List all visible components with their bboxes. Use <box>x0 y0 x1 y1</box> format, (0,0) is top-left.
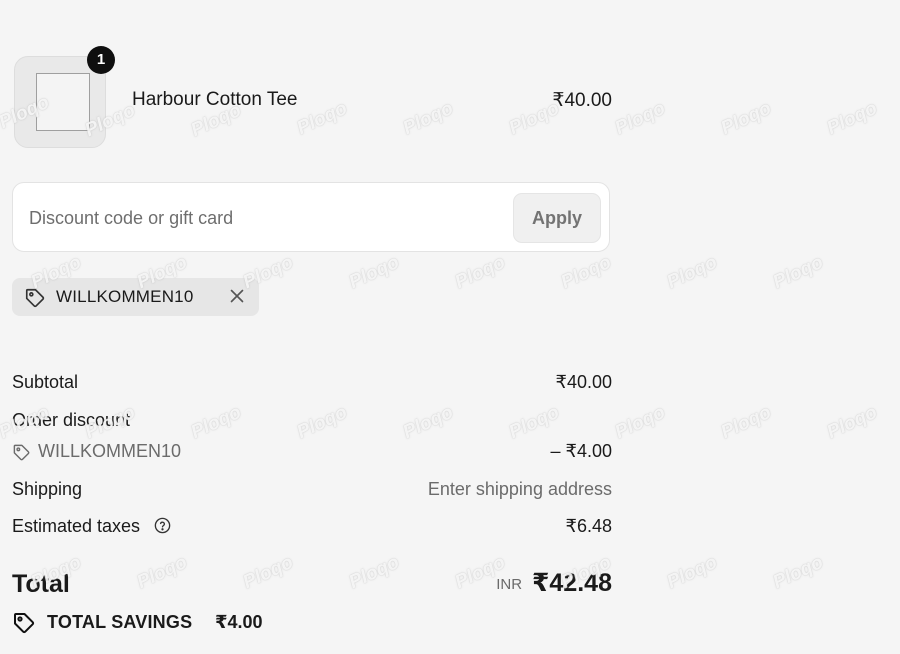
total-value: ₹42.48 <box>532 569 612 597</box>
watermark: Ploqo <box>611 97 669 140</box>
watermark: Ploqo <box>717 401 775 444</box>
close-icon <box>230 289 244 303</box>
order-discount-label: Order discount <box>12 410 131 430</box>
shipping-value: Enter shipping address <box>427 479 612 499</box>
remove-discount-button[interactable] <box>226 285 248 307</box>
taxes-label: Estimated taxes <box>12 516 141 536</box>
applied-code-label: WILLKOMMEN10 <box>56 287 194 306</box>
applied-discount-chip: WILLKOMMEN10 <box>12 278 259 316</box>
subtotal-value: ₹40.00 <box>555 372 613 392</box>
watermark: Ploqo <box>663 551 721 594</box>
total-row: Total INR ₹42.48 <box>12 566 612 606</box>
watermark: Ploqo <box>611 401 669 444</box>
tag-icon <box>12 611 36 640</box>
apply-button[interactable]: Apply <box>513 193 601 243</box>
quantity-badge: 1 <box>87 46 115 74</box>
product-price: ₹40.00 <box>552 90 612 111</box>
question-circle-icon[interactable] <box>153 516 172 540</box>
watermark: Ploqo <box>717 97 775 140</box>
currency-code: INR <box>496 576 523 593</box>
discount-value: – ₹4.00 <box>550 441 613 461</box>
subtotal-label: Subtotal <box>12 372 79 392</box>
product-image-placeholder <box>36 73 90 131</box>
watermark: Ploqo <box>823 97 881 140</box>
tag-icon <box>24 287 46 314</box>
order-summary: 1 Harbour Cotton Tee ₹40.00 Apply WILLKO… <box>12 0 612 654</box>
discount-field: Apply <box>12 182 610 252</box>
shipping-label: Shipping <box>12 479 83 499</box>
discount-code-label: WILLKOMMEN10 <box>38 441 182 461</box>
taxes-value: ₹6.48 <box>565 516 613 536</box>
savings-label: TOTAL SAVINGS <box>47 612 193 632</box>
discount-code-input[interactable] <box>27 201 501 235</box>
watermark: Ploqo <box>663 251 721 294</box>
total-label: Total <box>12 570 70 598</box>
product-name: Harbour Cotton Tee <box>132 89 298 110</box>
savings-value: ₹4.00 <box>215 612 263 632</box>
watermark: Ploqo <box>769 551 827 594</box>
watermark: Ploqo <box>823 401 881 444</box>
tag-icon <box>12 443 31 467</box>
cart-line-item: 1 Harbour Cotton Tee ₹40.00 <box>12 46 612 148</box>
watermark: Ploqo <box>769 251 827 294</box>
